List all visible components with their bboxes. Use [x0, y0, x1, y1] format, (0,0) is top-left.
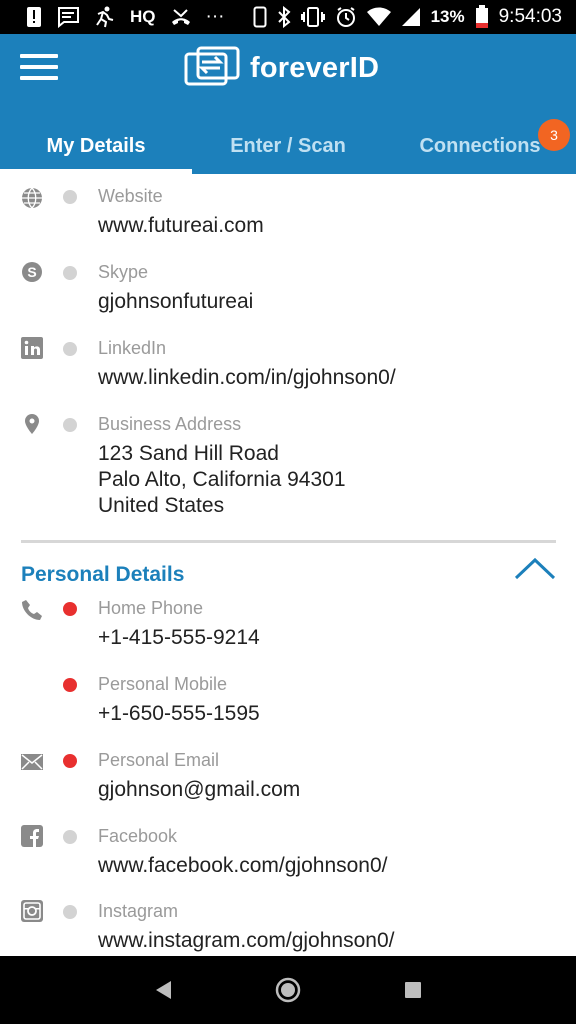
battery-icon [475, 5, 489, 29]
details-list[interactable]: Website www.futureai.com S Skype gjohnso… [0, 174, 576, 956]
message-icon [56, 5, 80, 29]
menu-bar [20, 65, 58, 69]
field-label: Website [98, 186, 163, 206]
field-value: www.instagram.com/gjohnson0/ [98, 929, 395, 952]
visibility-dot [63, 754, 77, 768]
instagram-icon [20, 899, 44, 923]
mail-icon [20, 750, 44, 774]
activity-icon [94, 5, 116, 29]
foreverid-logo-icon [184, 46, 240, 91]
field-label: Facebook [98, 826, 178, 846]
app-logo: foreverID [184, 46, 379, 90]
clock: 9:54:03 [498, 6, 562, 27]
hq-indicator: HQ [130, 7, 156, 26]
section-divider [21, 540, 556, 543]
skype-icon: S [20, 260, 44, 284]
field-label: Personal Email [98, 750, 220, 770]
address-line-2: Palo Alto, California 94301 [98, 468, 346, 491]
field-label: Instagram [98, 901, 179, 921]
field-label: Business Address [98, 414, 242, 434]
field-value: +1-415-555-9214 [98, 626, 260, 649]
app-header: foreverID My Details Enter / Scan Connec… [0, 34, 576, 174]
svg-text:S: S [27, 264, 36, 280]
field-label: LinkedIn [98, 338, 167, 358]
system-navigation-bar [0, 956, 576, 1024]
alarm-icon [335, 5, 357, 29]
hamburger-menu-button[interactable] [20, 54, 58, 84]
menu-bar [20, 76, 58, 80]
logo-text: foreverID [250, 51, 380, 84]
field-label: Home Phone [98, 598, 204, 618]
bluetooth-icon [277, 5, 291, 29]
address-line-1: 123 Sand Hill Road [98, 442, 279, 465]
visibility-dot [63, 905, 77, 919]
tab-connections-label: Connections [419, 134, 541, 157]
visibility-dot [63, 266, 77, 280]
tab-enter-scan[interactable]: Enter / Scan [192, 118, 384, 174]
collapse-section-button[interactable] [512, 556, 558, 584]
visibility-dot [63, 342, 77, 356]
tab-my-details[interactable]: My Details [0, 118, 192, 174]
field-value: gjohnsonfutureai [98, 290, 254, 313]
field-label: Personal Mobile [98, 674, 228, 694]
battery-percent: 13% [430, 7, 465, 26]
facebook-icon [20, 824, 44, 848]
connections-badge: 3 [538, 119, 570, 151]
field-value: www.futureai.com [98, 214, 264, 237]
phone-outline-icon [253, 5, 267, 29]
visibility-dot [63, 190, 77, 204]
alert-icon [26, 5, 42, 29]
field-value: +1-650-555-1595 [98, 702, 260, 725]
address-line-3: United States [98, 494, 225, 517]
globe-icon [20, 186, 44, 210]
status-bar: HQ ··· 13% 9:54:03 [0, 0, 576, 34]
vibrate-icon [300, 5, 325, 29]
visibility-dot [63, 830, 77, 844]
more-notifications-icon: ··· [205, 6, 225, 27]
visibility-dot [63, 602, 77, 616]
field-value: gjohnson@gmail.com [98, 778, 301, 801]
home-icon[interactable] [268, 970, 308, 1010]
wifi-icon [366, 5, 391, 29]
location-pin-icon [20, 412, 44, 436]
visibility-dot [63, 678, 77, 692]
tab-bar: My Details Enter / Scan Connections 3 [0, 118, 576, 174]
recents-icon[interactable] [393, 970, 433, 1010]
field-value: www.linkedin.com/in/gjohnson0/ [98, 366, 396, 389]
field-value: www.facebook.com/gjohnson0/ [98, 854, 388, 877]
linkedin-icon [20, 336, 44, 360]
visibility-dot [63, 418, 77, 432]
personal-details-title: Personal Details [21, 563, 185, 586]
missed-call-icon [170, 5, 192, 29]
signal-icon [401, 5, 421, 29]
back-icon[interactable] [143, 970, 183, 1010]
menu-bar [20, 54, 58, 58]
phone-icon [20, 598, 44, 622]
field-label: Skype [98, 262, 149, 282]
tab-connections[interactable]: Connections 3 [384, 118, 576, 174]
